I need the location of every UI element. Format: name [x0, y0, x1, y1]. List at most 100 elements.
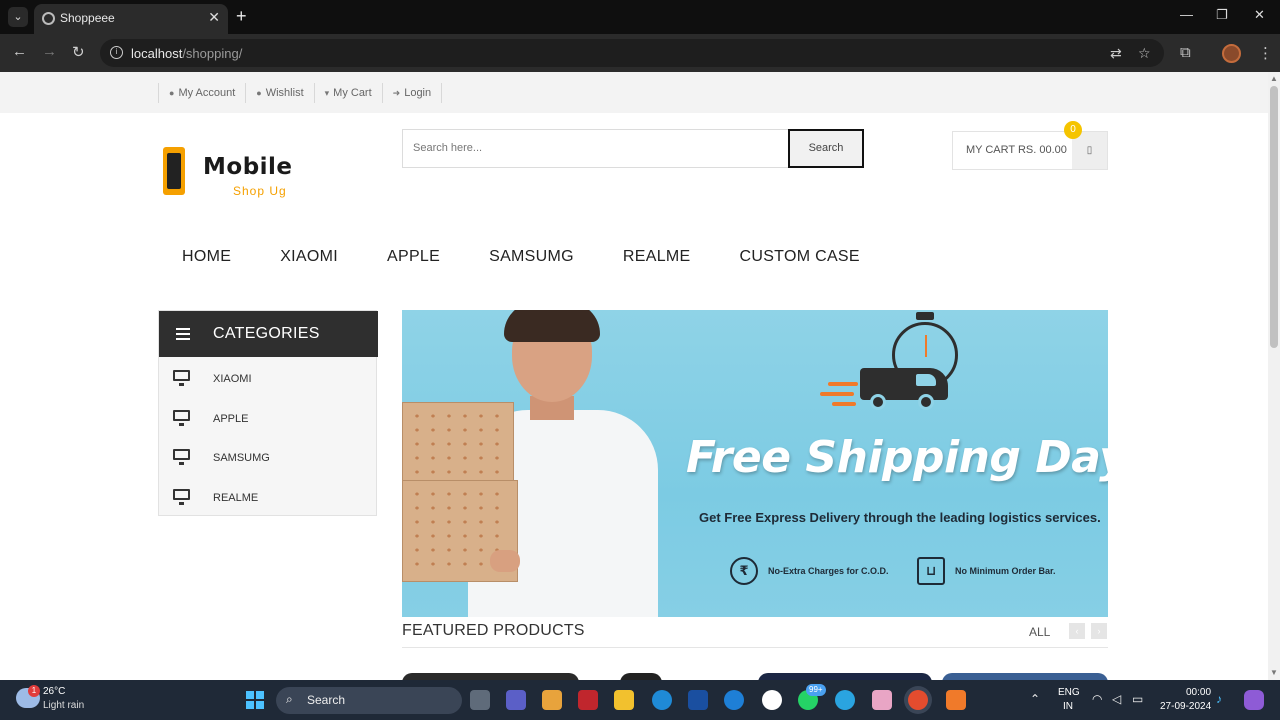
product-card[interactable] [758, 673, 932, 680]
category-item-realme[interactable]: REALME [159, 477, 376, 517]
w-app-icon[interactable] [762, 690, 782, 710]
login-link[interactable]: ➜ Login [381, 83, 443, 103]
nav-home[interactable]: HOME [182, 248, 231, 270]
delivery-van-icon [860, 350, 950, 410]
notification-bell-icon[interactable]: ♪ [1216, 692, 1222, 706]
volume-icon[interactable]: ◁ [1112, 692, 1121, 706]
bookmark-star-icon[interactable]: ☆ [1138, 45, 1151, 62]
page-scrollbar[interactable]: ▲ ▼ [1268, 72, 1280, 680]
slack-icon[interactable] [872, 690, 892, 710]
desktop-icon [173, 410, 190, 426]
speed-line [828, 382, 858, 386]
logo-subtitle: Shop Ug [233, 184, 287, 198]
nav-apple[interactable]: APPLE [387, 248, 440, 270]
browser-menu-icon[interactable]: ⋮ [1258, 44, 1273, 62]
categories-header: CATEGORIES [159, 311, 378, 357]
file-explorer-icon[interactable] [614, 690, 634, 710]
desktop-icon [173, 489, 190, 505]
category-item-apple[interactable]: APPLE [159, 398, 376, 438]
language-region[interactable]: IN [1063, 701, 1073, 712]
hero-banner[interactable]: Free Shipping Days Get Free Express Deli… [402, 310, 1108, 617]
edge-icon[interactable] [652, 690, 672, 710]
nav-samsumg[interactable]: SAMSUMG [489, 248, 574, 270]
stopwatch-top [916, 312, 934, 320]
featured-filter-all[interactable]: ALL [1029, 625, 1050, 639]
site-info-icon[interactable]: i [110, 46, 123, 59]
back-button[interactable]: ← [12, 43, 27, 60]
category-item-samsumg[interactable]: SAMSUMG [159, 437, 376, 477]
categories-sidebar: CATEGORIES XIAOMI APPLE SAMSUMG REALME [158, 310, 378, 517]
l-app-icon[interactable] [688, 690, 708, 710]
search-input[interactable]: Search here... [402, 129, 789, 168]
user-icon: ● [169, 88, 175, 98]
desktop-icon [173, 370, 190, 386]
task-view-icon[interactable] [470, 690, 490, 710]
nav-xiaomi[interactable]: XIAOMI [280, 248, 338, 270]
site-logo[interactable]: Mobile Shop Ug [163, 144, 303, 204]
login-icon: ➜ [392, 88, 401, 98]
store-icon[interactable] [542, 690, 562, 710]
scroll-thumb[interactable] [1270, 86, 1278, 348]
web-page: ● My Account ● Wishlist ▾ My Cart ➜ Login Mo… [0, 72, 1268, 680]
url-text: localhost/shopping/ [131, 46, 243, 61]
my-cart-link[interactable]: ▾ My Cart [313, 83, 382, 103]
search-button[interactable]: Search [788, 129, 864, 168]
perk-min-order: ⊔ No Minimum Order Bar. [917, 556, 1056, 586]
featured-products-header: FEATURED PRODUCTS ALL ‹ › [402, 621, 1108, 648]
teams-icon[interactable] [506, 690, 526, 710]
minimize-button[interactable]: — [1180, 7, 1193, 22]
my-account-link[interactable]: ● My Account [158, 83, 245, 103]
start-button[interactable] [246, 691, 264, 709]
banner-hand [490, 550, 520, 572]
search-icon: ⌕ [286, 692, 293, 706]
scroll-up-arrow[interactable]: ▲ [1270, 74, 1278, 83]
logo-title: Mobile [203, 154, 293, 180]
forward-button[interactable]: → [42, 43, 57, 60]
profile-avatar[interactable] [1222, 44, 1241, 63]
xampp-icon[interactable] [946, 690, 966, 710]
chevron-up-icon[interactable]: ⌃ [1030, 692, 1040, 706]
translate-icon[interactable]: ⇄ [1110, 45, 1122, 62]
windows-taskbar: 1 26°C Light rain ⌕ Search 99+ ⌃ ENG IN … [0, 680, 1280, 720]
carousel-prev-button[interactable]: ‹ [1069, 623, 1085, 639]
browser-tab-bar: ⌄ Shoppeee ✕ + — ❐ ✕ [0, 0, 1280, 34]
clock-date[interactable]: 27-09-2024 [1160, 701, 1211, 712]
product-card[interactable] [942, 673, 1108, 680]
battery-icon[interactable]: ▭ [1132, 692, 1143, 706]
cortana-icon[interactable] [724, 690, 744, 710]
mcafee-icon[interactable] [578, 690, 598, 710]
scroll-down-arrow[interactable]: ▼ [1270, 668, 1278, 677]
product-card[interactable] [402, 673, 579, 680]
language-code[interactable]: ENG [1058, 687, 1080, 698]
telegram-icon[interactable] [835, 690, 855, 710]
product-card[interactable] [620, 673, 662, 680]
browser-tab[interactable]: Shoppeee ✕ [34, 4, 228, 34]
weather-desc[interactable]: Light rain [43, 700, 84, 711]
close-tab-icon[interactable]: ✕ [208, 9, 220, 26]
main-navigation: HOME XIAOMI APPLE SAMSUMG REALME CUSTOM … [158, 248, 885, 270]
new-tab-button[interactable]: + [236, 6, 247, 27]
carousel-next-button[interactable]: › [1091, 623, 1107, 639]
desktop-icon [173, 449, 190, 465]
chrome-icon[interactable] [908, 690, 928, 710]
nav-realme[interactable]: REALME [623, 248, 691, 270]
cart-count-badge: 0 [1064, 121, 1082, 139]
category-item-xiaomi[interactable]: XIAOMI [159, 358, 376, 398]
close-window-button[interactable]: ✕ [1254, 7, 1265, 23]
wifi-icon[interactable]: ◠ [1092, 692, 1102, 706]
clock-time[interactable]: 00:00 [1186, 687, 1211, 698]
wishlist-link[interactable]: ● Wishlist [245, 83, 313, 103]
maximize-button[interactable]: ❐ [1216, 7, 1228, 23]
tab-search-dropdown[interactable]: ⌄ [8, 7, 28, 27]
taskbar-search[interactable]: ⌕ Search [276, 687, 462, 714]
reload-button[interactable]: ↻ [72, 43, 85, 61]
address-bar[interactable]: i localhost/shopping/ ⇄ ☆ [100, 39, 1164, 67]
banner-subtitle: Get Free Express Delivery through the le… [699, 510, 1101, 525]
copilot-icon[interactable] [1244, 690, 1264, 710]
globe-icon [42, 12, 55, 25]
extensions-icon[interactable]: ⧉ [1180, 44, 1191, 61]
weather-temp[interactable]: 26°C [43, 686, 65, 697]
mini-cart[interactable]: MY CART RS. 00.00 ▯ 0 [952, 121, 1108, 170]
nav-custom-case[interactable]: CUSTOM CASE [740, 248, 860, 270]
banner-title: Free Shipping Days [686, 432, 1108, 483]
